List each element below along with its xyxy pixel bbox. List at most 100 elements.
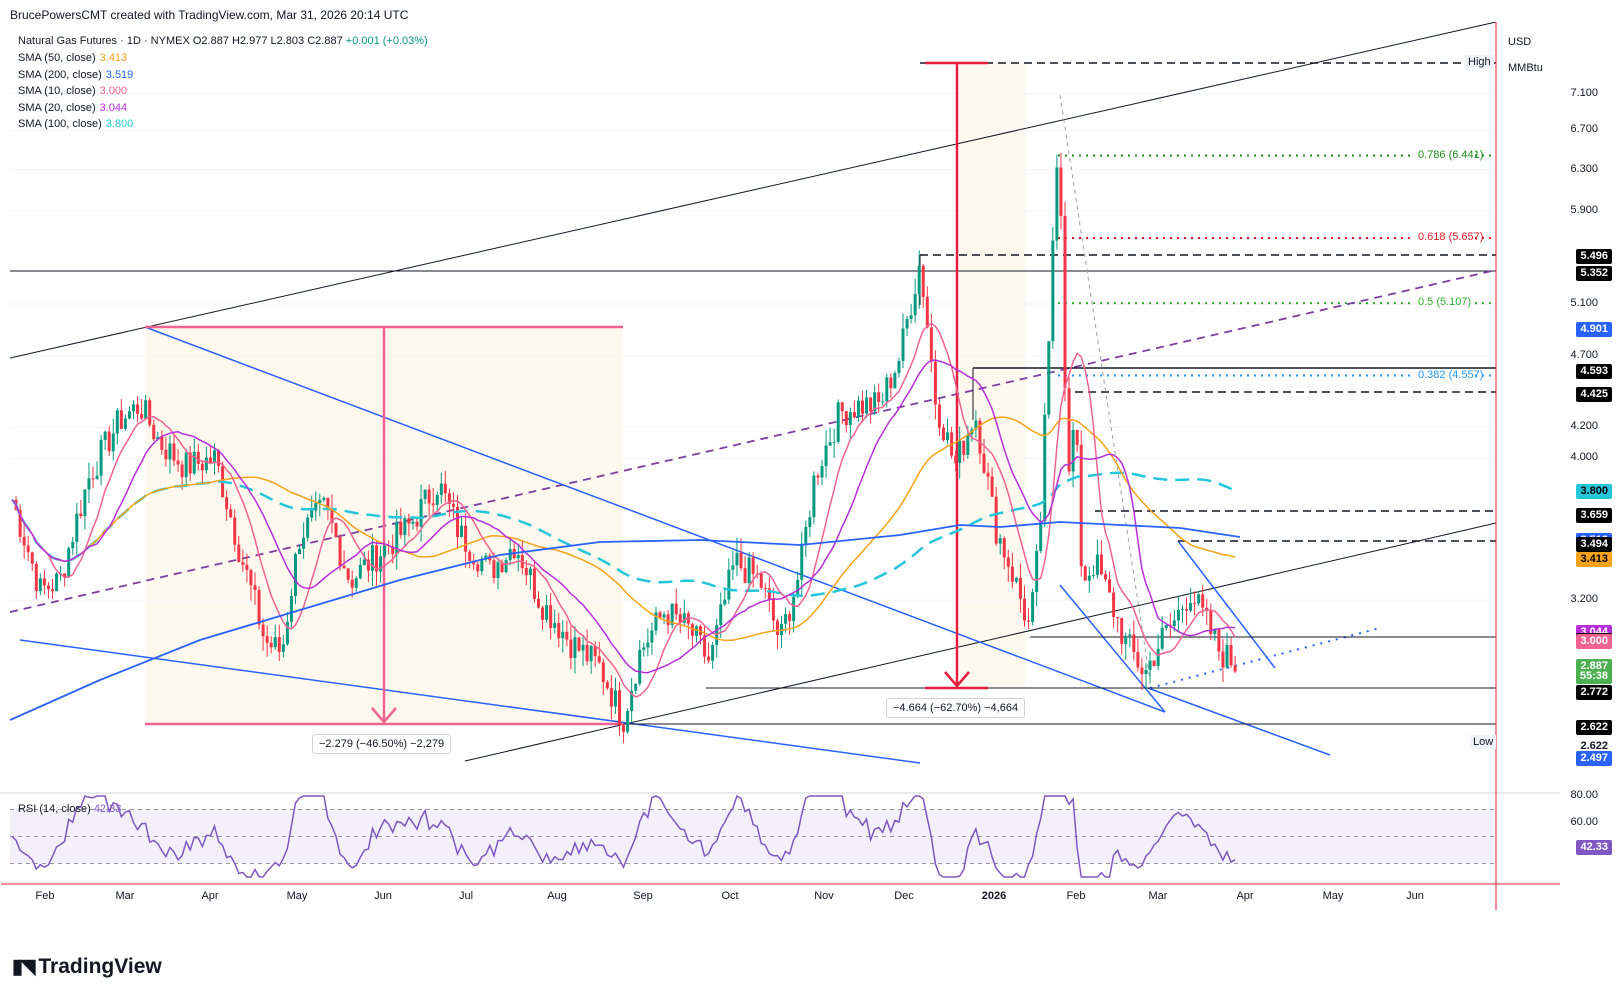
candle-body [800,543,804,580]
candle-body [241,562,245,565]
candle-body [561,631,565,639]
candle-body [1027,620,1031,622]
candle-body [1229,645,1233,666]
axis-currency[interactable]: USD [1508,36,1531,48]
indicator-legend[interactable]: SMA (200, close) 3.519 [18,69,133,81]
candle-body [144,400,148,419]
y-tick-label: 4.200 [1570,420,1598,433]
measure-label-2025[interactable]: −2.279 (−46.50%) −2,279 [312,734,452,754]
price-change: +0.001 (+0.03%) [345,35,428,47]
candle-body [346,568,350,580]
indicator-legend[interactable]: SMA (100, close) 3.800 [18,118,133,130]
indicator-value: 3.044 [99,101,128,114]
candle-body [30,552,34,564]
indicator-label: SMA (20, close) [18,101,96,114]
candle-body [237,544,241,563]
candle-body [1217,629,1221,652]
candle-body [1148,660,1152,670]
candle-body [42,578,46,586]
indicator-value: 3.800 [105,118,134,130]
candle-body [233,517,237,545]
candle-body [1172,620,1176,627]
candle-body [111,433,115,452]
indicator-legend[interactable]: SMA (50, close) 3.413 [18,52,127,64]
candle-body [140,413,144,419]
candle-body [881,401,885,403]
indicator-label: SMA (200, close) [18,68,102,81]
candle-body [225,497,229,510]
rsi-pane [10,794,1496,878]
candle-body [958,440,962,463]
candle-body [451,503,455,507]
projection-line [1059,94,1151,681]
candle-body [480,559,484,572]
candle-body [310,510,314,518]
candle-body [747,557,751,583]
candle-body [127,411,131,419]
candle-body [824,445,828,467]
candle-body [662,614,666,618]
rsi-tick-label: 60.00 [1570,816,1598,828]
candle-body [618,690,621,726]
candle-body [650,630,654,643]
candle-body [306,517,310,538]
candle-body [1152,660,1156,667]
rsi-value: 42.33 [93,803,122,815]
indicator-value: 3.519 [105,68,134,81]
candle-body [942,427,945,441]
candle-body [354,578,358,588]
candle-body [1095,554,1099,576]
rsi-band [10,809,1496,864]
candle-body [1002,538,1006,558]
candle-body [1039,521,1043,551]
x-tick-label: May [1322,890,1344,902]
candle-body [107,431,111,452]
candle-body [743,568,747,583]
candle-body [1140,667,1144,675]
rsi-legend[interactable]: RSI (14, close) 42.33 [18,803,121,815]
price-tag: 3.800 [1576,484,1612,500]
candle-body [1233,665,1237,672]
price-tag: 2.497 [1576,751,1612,766]
axis-unit[interactable]: MMBtu [1508,62,1543,74]
candle-body [168,443,172,460]
candle-body [350,579,354,588]
candle-body [67,548,71,577]
candle-body [192,451,196,474]
candle-body [990,476,994,497]
price-tag: 2.622 [1576,719,1612,735]
price-tag: 5.352 [1576,266,1612,282]
candle-body [1091,575,1095,577]
price-tag: 55:38 [1575,669,1612,685]
indicator-legend[interactable]: SMA (20, close) 3.044 [18,102,127,114]
candle-body [735,552,739,566]
chart-canvas[interactable] [0,0,1620,1000]
measure-label-2026[interactable]: −4.664 (−62.70%) −4,664 [886,698,1026,718]
candle-body [213,450,216,463]
candle-body [415,521,419,527]
candle-body [1035,550,1039,593]
symbol-legend[interactable]: Natural Gas Futures · 1D · NYMEX O2.887 … [18,35,428,47]
candle-body [1225,645,1229,668]
candle-body [727,569,731,600]
candle-body [998,538,1002,544]
candle-body [87,478,91,490]
candle-body [298,548,302,555]
candle-body [51,589,54,592]
candle-body [115,410,119,434]
candle-body [553,623,557,628]
channel-upper-line [10,22,1497,359]
candle-body [605,682,609,689]
candle-body [856,400,860,418]
indicator-label: SMA (100, close) [18,118,102,130]
symbol-name: Natural Gas Futures [18,35,118,47]
indicator-legend[interactable]: SMA (10, close) 3.000 [18,85,127,97]
candle-body [103,431,107,440]
candle-body [569,639,573,658]
low-label: Low [1470,735,1497,749]
candle-body [532,568,536,599]
x-tick-label: Jun [374,890,392,902]
candle-body [75,513,79,542]
tradingview-logo[interactable]: ▮◥ TradingView [12,954,162,979]
x-tick-label: Sep [633,890,653,902]
